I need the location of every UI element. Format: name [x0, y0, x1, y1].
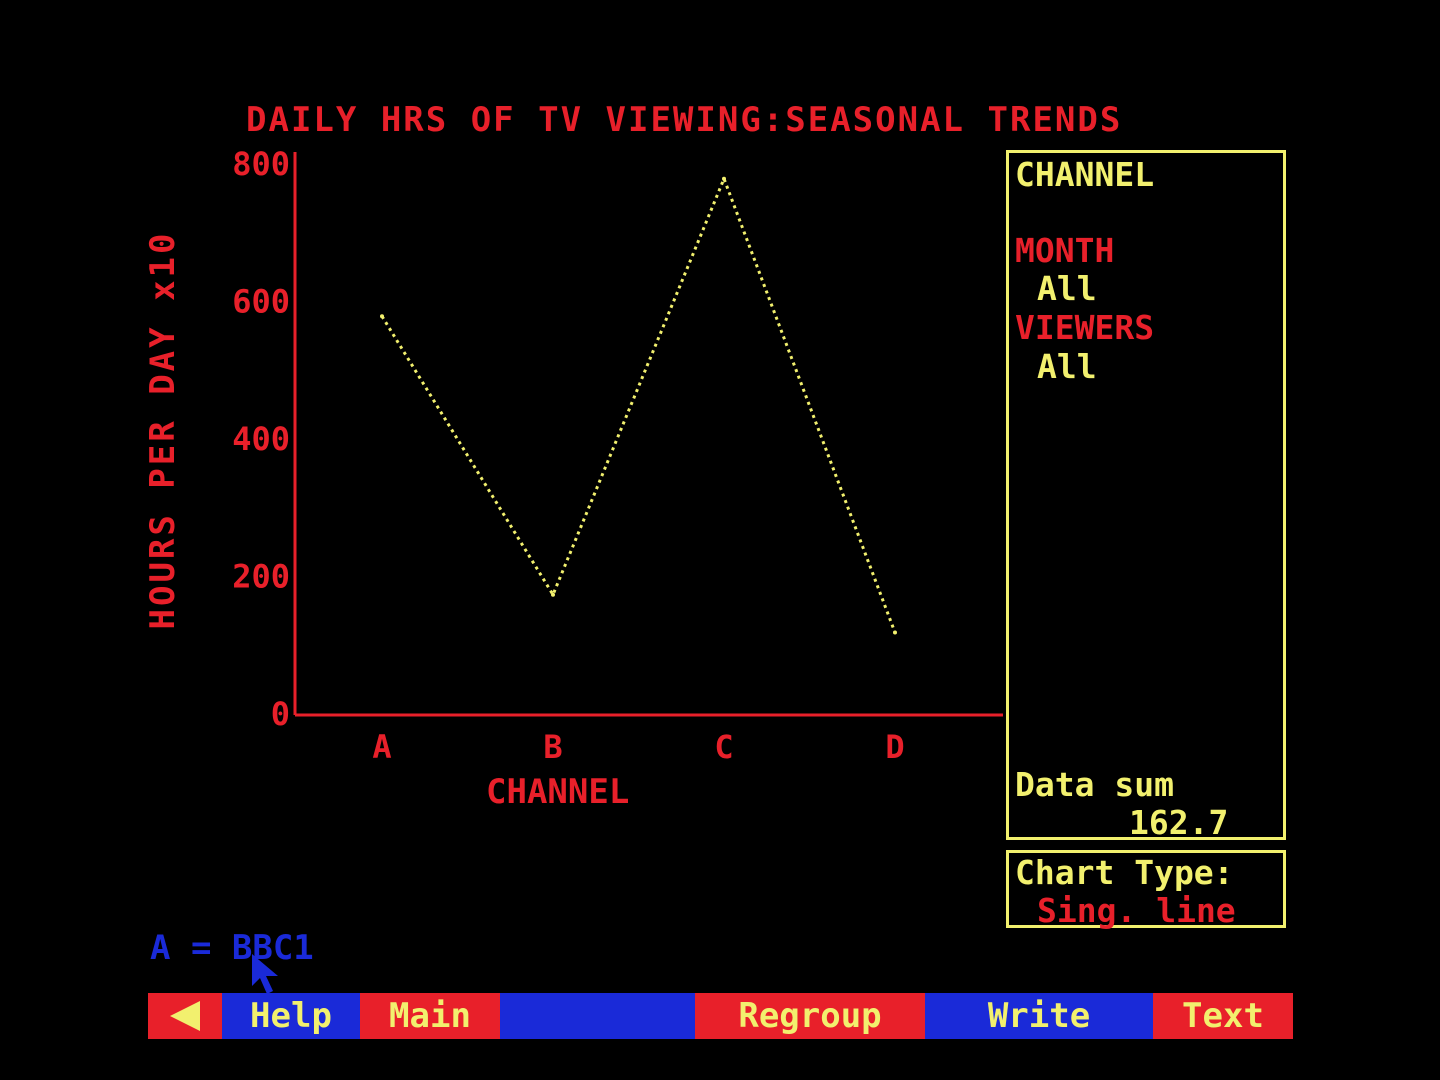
x-tick-label: B	[543, 728, 562, 766]
data-point	[380, 314, 384, 319]
x-tick-label: A	[372, 728, 391, 766]
chart-type-value: Sing. line	[1037, 891, 1236, 930]
viewers-value[interactable]: All	[1037, 347, 1097, 386]
x-tick-label: D	[885, 728, 904, 766]
x-axis-label: CHANNEL	[486, 772, 630, 812]
y-tick-label: 600	[232, 283, 290, 321]
viewers-label: VIEWERS	[1015, 308, 1155, 347]
panel-heading: CHANNEL	[1015, 155, 1155, 194]
back-button[interactable]	[148, 993, 222, 1039]
series-line	[380, 174, 897, 634]
month-label: MONTH	[1015, 231, 1115, 270]
month-value[interactable]: All	[1037, 269, 1097, 308]
data-sum-value: 162.7	[1129, 803, 1229, 842]
data-point	[551, 592, 555, 597]
empty-menu-slot[interactable]	[500, 993, 695, 1039]
help-button[interactable]: Help	[222, 993, 360, 1039]
data-point	[893, 630, 897, 635]
chart-type-label: Chart Type:	[1015, 853, 1234, 892]
filter-panel: CHANNEL MONTH All VIEWERS All Data sum 1…	[1006, 150, 1286, 842]
data-point	[722, 176, 726, 181]
regroup-button[interactable]: Regroup	[695, 993, 925, 1039]
menu-bar: Help Main Regroup Write Text	[148, 993, 1293, 1039]
write-button[interactable]: Write	[925, 993, 1153, 1039]
chart-type-box[interactable]: Chart Type: Sing. line	[1006, 850, 1286, 930]
y-tick-label: 0	[271, 695, 290, 733]
y-tick-label: 400	[232, 420, 290, 458]
x-tick-label: C	[714, 728, 733, 766]
data-sum-label: Data sum	[1015, 765, 1174, 804]
left-arrow-icon	[170, 1001, 200, 1031]
text-button[interactable]: Text	[1153, 993, 1293, 1039]
y-tick-label: 800	[232, 145, 290, 183]
chart-area: 0 200 400 600 800 A B C D	[232, 145, 1003, 766]
y-tick-label: 200	[232, 558, 290, 596]
main-button[interactable]: Main	[360, 993, 500, 1039]
